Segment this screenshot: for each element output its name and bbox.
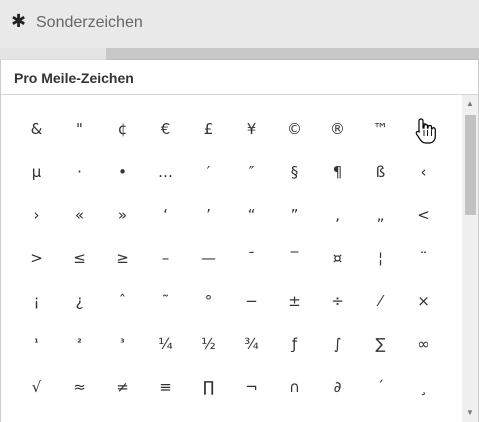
character-button[interactable]: √ [15,365,58,408]
tab-strip [0,48,479,60]
character-button[interactable]: × [402,279,445,322]
character-button[interactable]: » [101,193,144,236]
character-button[interactable]: › [15,193,58,236]
character-button[interactable]: • [101,150,144,193]
character-button[interactable]: ≈ [58,365,101,408]
character-button[interactable]: ˆ [101,279,144,322]
character-button[interactable]: ¤ [316,236,359,279]
character-button[interactable]: ¬ [230,365,273,408]
character-button[interactable]: ° [187,279,230,322]
character-button[interactable]: ÷ [316,279,359,322]
character-button[interactable]: ¶ [316,150,359,193]
character-button[interactable]: ≡ [144,365,187,408]
character-button[interactable]: ¯ [230,236,273,279]
character-button[interactable]: „ [359,193,402,236]
character-button[interactable]: µ [15,150,58,193]
character-button[interactable]: ∂ [316,365,359,408]
character-button[interactable]: ¸ [402,365,445,408]
character-button[interactable]: ¦ [359,236,402,279]
character-button[interactable]: ¥ [230,107,273,150]
character-button[interactable]: ´ [359,365,402,408]
header-title[interactable]: Sonderzeichen [36,14,143,32]
character-button[interactable]: ≤ [58,236,101,279]
character-button[interactable]: < [402,193,445,236]
character-button[interactable]: ß [359,150,402,193]
character-button[interactable]: > [15,236,58,279]
character-button[interactable]: ³ [101,322,144,365]
character-button[interactable]: ‹ [402,150,445,193]
character-button[interactable]: ∞ [402,322,445,365]
character-button[interactable]: · [58,150,101,193]
character-button[interactable]: … [144,150,187,193]
character-button[interactable]: ‚ [316,193,359,236]
character-button[interactable]: ∩ [273,365,316,408]
character-button[interactable]: ¡ [15,279,58,322]
special-characters-panel: Pro Meile-Zeichen &"¢€£¥©®™§µ·•…′″§¶ß‹›«… [0,60,479,422]
vertical-scrollbar[interactable]: ▲ ▼ [462,95,478,422]
character-button[interactable]: ¾ [230,322,273,365]
character-button[interactable]: ¿ [58,279,101,322]
character-button[interactable]: ∑ [359,322,402,365]
character-button[interactable]: ∏ [187,365,230,408]
scrollbar-thumb[interactable] [465,115,476,215]
character-button[interactable]: ¹ [15,322,58,365]
character-button[interactable]: ¼ [144,322,187,365]
character-button[interactable]: ¨ [402,236,445,279]
character-button[interactable]: & [15,107,58,150]
character-button[interactable]: ’ [187,193,230,236]
character-button[interactable]: ′ [187,150,230,193]
character-button[interactable]: ∫ [316,322,359,365]
character-button[interactable]: — [187,236,230,279]
character-button[interactable]: ″ [230,150,273,193]
character-button[interactable]: ² [58,322,101,365]
character-button[interactable]: “ [230,193,273,236]
character-button[interactable]: − [230,279,273,322]
character-button[interactable]: ˜ [144,279,187,322]
asterisk-icon: ✱ [11,11,27,32]
character-button[interactable]: ¢ [101,107,144,150]
character-button[interactable]: " [58,107,101,150]
character-button[interactable]: © [273,107,316,150]
character-button[interactable]: ½ [187,322,230,365]
panel-heading: Pro Meile-Zeichen [14,70,134,86]
character-button[interactable]: ± [273,279,316,322]
header-bar: ✱ Sonderzeichen [0,0,479,48]
character-button[interactable]: ≠ [101,365,144,408]
panel-header: Pro Meile-Zeichen [1,60,478,95]
character-button[interactable]: « [58,193,101,236]
scroll-down-icon[interactable]: ▼ [462,406,478,420]
character-button[interactable]: ® [316,107,359,150]
character-button[interactable]: § [273,150,316,193]
scroll-up-icon[interactable]: ▲ [462,97,478,111]
character-grid-viewport: &"¢€£¥©®™§µ·•…′″§¶ß‹›«»‘’“”‚„<>≤≥–—¯‾¤¦¨… [1,95,462,422]
character-button[interactable]: £ [187,107,230,150]
active-tab-indicator [0,48,106,60]
character-grid: &"¢€£¥©®™§µ·•…′″§¶ß‹›«»‘’“”‚„<>≤≥–—¯‾¤¦¨… [15,107,445,408]
hand-cursor-icon [415,118,436,144]
character-button[interactable]: € [144,107,187,150]
character-button[interactable]: ™ [359,107,402,150]
character-button[interactable]: ≥ [101,236,144,279]
character-button[interactable]: – [144,236,187,279]
character-button[interactable]: ⁄ [359,279,402,322]
character-button[interactable]: ƒ [273,322,316,365]
character-button[interactable]: ” [273,193,316,236]
character-button[interactable]: ‘ [144,193,187,236]
character-button[interactable]: ‾ [273,236,316,279]
